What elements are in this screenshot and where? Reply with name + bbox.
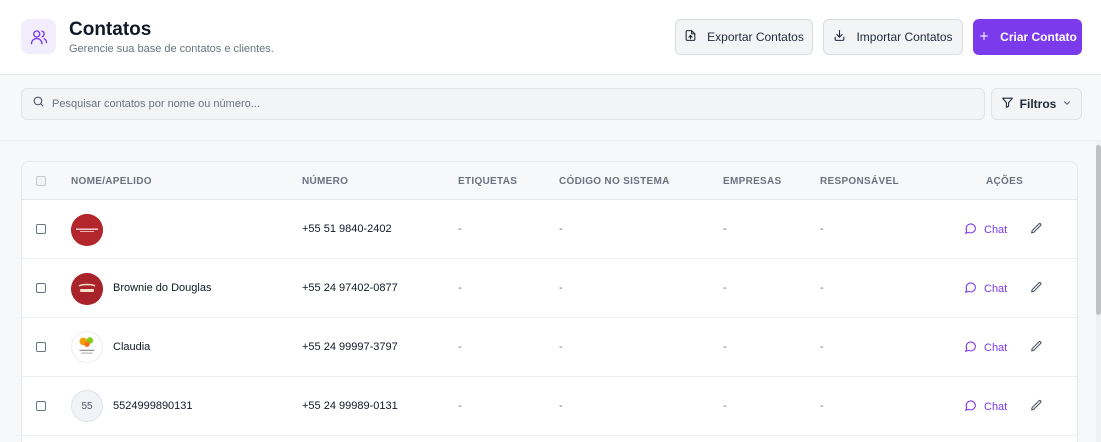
contact-owner: - [820,400,824,412]
page-title: Contatos [69,19,152,40]
import-contacts-label: Importar Contatos [856,30,953,44]
column-header-tags[interactable]: ETIQUETAS [458,176,517,187]
contact-system-code: - [559,223,563,235]
plus-icon [978,30,990,45]
contact-tags: - [458,400,462,412]
import-contacts-button[interactable]: Importar Contatos [823,19,963,55]
table-row[interactable]: +55 51 9840-2402 - - - - Chat [22,200,1077,259]
pencil-icon[interactable] [1030,222,1043,240]
contact-system-code: - [559,341,563,353]
pencil-icon[interactable] [1030,340,1043,358]
avatar [71,214,103,246]
page-header: Contatos Gerencie sua base de contatos e… [0,0,1101,75]
row-checkbox[interactable] [36,283,46,293]
create-contact-label: Criar Contato [1000,30,1077,44]
chat-button[interactable]: Chat [964,222,1007,238]
contact-owner: - [820,341,824,353]
chat-icon [964,340,977,356]
contacts-table: NOME/APELIDO NÚMERO ETIQUETAS CÓDIGO NO … [21,161,1078,442]
row-checkbox[interactable] [36,342,46,352]
download-icon [833,29,846,45]
column-header-companies[interactable]: EMPRESAS [723,176,782,187]
chat-label: Chat [984,342,1008,354]
avatar: 55 [71,390,103,422]
scrollbar-thumb[interactable] [1096,145,1101,315]
chat-button[interactable]: Chat [964,281,1007,297]
filter-icon [1001,96,1014,112]
export-contacts-button[interactable]: Exportar Contatos [675,19,813,55]
contact-tags: - [458,341,462,353]
column-header-number[interactable]: NÚMERO [302,176,348,187]
column-header-owner[interactable]: RESPONSÁVEL [820,176,899,187]
table-row[interactable]: Claudia +55 24 99997-3797 - - - - Chat [22,318,1077,377]
contact-companies: - [723,341,727,353]
contact-number: +55 24 99997-3797 [302,341,398,353]
contact-name: Claudia [113,341,151,353]
contact-companies: - [723,282,727,294]
contact-system-code: - [559,400,563,412]
pencil-icon[interactable] [1030,399,1043,417]
pencil-icon[interactable] [1030,281,1043,299]
contact-number: +55 24 99989-0131 [302,400,398,412]
chat-button[interactable]: Chat [964,340,1007,356]
contact-owner: - [820,282,824,294]
chat-label: Chat [984,283,1008,295]
contact-number: +55 51 9840-2402 [302,223,392,235]
filters-label: Filtros [1019,97,1057,111]
contact-tags: - [458,223,462,235]
table-row[interactable]: 55 5524999890131 +55 24 99989-0131 - - -… [22,377,1077,436]
page-subtitle: Gerencie sua base de contatos e clientes… [69,43,274,55]
table-row[interactable]: Brownie do Douglas +55 24 97402-0877 - -… [22,259,1077,318]
chat-button[interactable]: Chat [964,399,1007,415]
column-header-actions: AÇÕES [986,176,1024,187]
column-header-name[interactable]: NOME/APELIDO [71,176,152,187]
contact-number: +55 24 97402-0877 [302,282,398,294]
search-input[interactable] [52,98,952,110]
select-all-checkbox[interactable] [36,176,46,186]
table-header: NOME/APELIDO NÚMERO ETIQUETAS CÓDIGO NO … [22,162,1077,200]
chat-icon [964,399,977,415]
contact-name: Brownie do Douglas [113,282,212,294]
users-icon [21,19,56,54]
export-contacts-label: Exportar Contatos [707,30,804,44]
filters-button[interactable]: Filtros [991,88,1082,120]
row-checkbox[interactable] [36,401,46,411]
page-scrollbar[interactable] [1096,141,1101,442]
column-header-system-code[interactable]: CÓDIGO NO SISTEMA [559,176,670,187]
contact-companies: - [723,223,727,235]
file-export-icon [684,29,697,45]
chat-label: Chat [984,401,1008,413]
contact-tags: - [458,282,462,294]
row-checkbox[interactable] [36,224,46,234]
contact-owner: - [820,223,824,235]
search-icon [32,95,45,113]
chat-label: Chat [984,224,1008,236]
search-bar [21,88,985,120]
chevron-down-icon [1062,97,1072,111]
avatar [71,331,103,363]
section-divider [0,140,1101,141]
chat-icon [964,222,977,238]
contact-system-code: - [559,282,563,294]
create-contact-button[interactable]: Criar Contato [973,19,1082,55]
contact-companies: - [723,400,727,412]
contact-name: 5524999890131 [113,400,193,412]
avatar [71,273,103,305]
chat-icon [964,281,977,297]
